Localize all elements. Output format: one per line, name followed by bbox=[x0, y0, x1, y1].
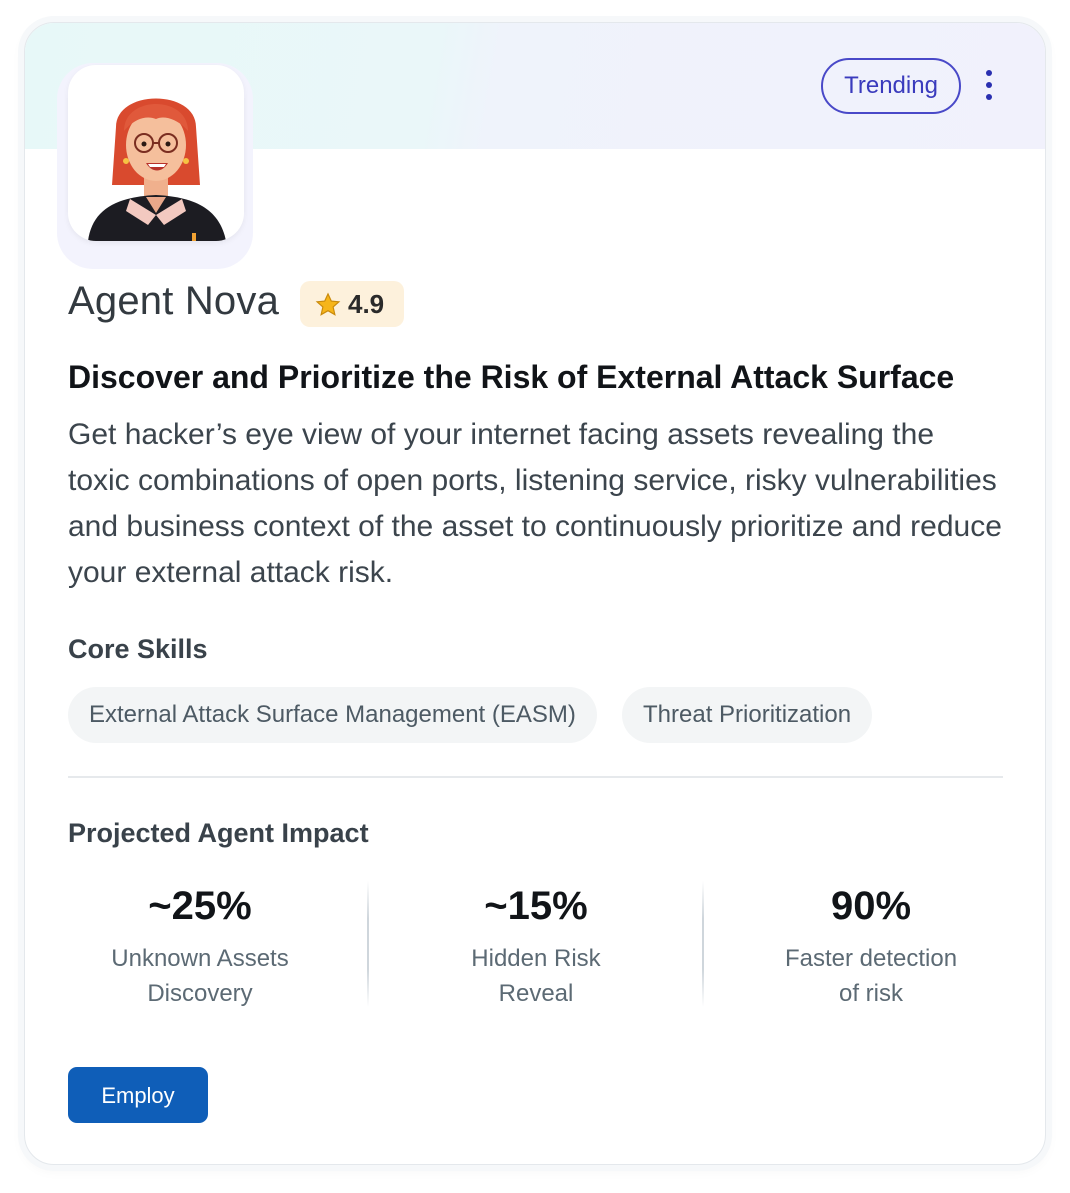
metric-value: ~25% bbox=[148, 884, 252, 928]
avatar-frame bbox=[57, 63, 253, 269]
impact-metric: 90% Faster detection of risk bbox=[721, 881, 1021, 1011]
metric-separator bbox=[702, 881, 704, 1007]
agent-card: Trending Agent Nova 4.9 Discover and Pri… bbox=[24, 22, 1046, 1165]
employ-button[interactable]: Employ bbox=[68, 1067, 208, 1123]
more-vertical-icon[interactable] bbox=[979, 67, 999, 107]
page: Trending Agent Nova 4.9 Discover and Pri… bbox=[0, 0, 1070, 1193]
metric-label-line: Unknown Assets bbox=[111, 945, 289, 972]
avatar-svg bbox=[88, 98, 226, 241]
star-shape bbox=[315, 292, 341, 316]
rating-value: 4.9 bbox=[348, 289, 385, 319]
card-headline: Discover and Prioritize the Risk of Exte… bbox=[68, 359, 955, 395]
pin bbox=[192, 233, 196, 241]
kebab-dot bbox=[986, 94, 992, 100]
metric-label: Hidden Risk Reveal bbox=[386, 941, 686, 1011]
eye-left bbox=[141, 141, 147, 147]
card-description: Get hacker’s eye view of your internet f… bbox=[68, 418, 1002, 589]
metric-label-line: of risk bbox=[838, 980, 903, 1007]
metric-label-line: Faster detection bbox=[784, 945, 958, 972]
metric-value: ~15% bbox=[484, 884, 588, 928]
impact-metric: ~25% Unknown Assets Discovery bbox=[50, 881, 350, 1011]
trending-badge[interactable]: Trending bbox=[821, 58, 961, 114]
kebab-dot bbox=[986, 82, 992, 88]
agent-avatar-illustration bbox=[68, 65, 244, 241]
earring-right bbox=[183, 158, 189, 164]
metric-label-line: Hidden Risk bbox=[471, 945, 601, 972]
impact-title: Projected Agent Impact bbox=[68, 818, 369, 848]
teeth bbox=[148, 164, 166, 167]
eye-right bbox=[165, 141, 171, 147]
metric-label-line: Discovery bbox=[147, 980, 253, 1007]
skill-chip[interactable]: External Attack Surface Management (EASM… bbox=[68, 687, 597, 743]
impact-metric: ~15% Hidden Risk Reveal bbox=[386, 881, 686, 1011]
rating-badge: 4.9 bbox=[300, 281, 404, 327]
agent-name: Agent Nova bbox=[68, 279, 280, 323]
metric-label-line: Reveal bbox=[498, 980, 574, 1007]
metric-label: Unknown Assets Discovery bbox=[50, 941, 350, 1011]
star-icon bbox=[315, 292, 341, 316]
kebab-dot bbox=[986, 70, 992, 76]
section-divider bbox=[68, 776, 1003, 778]
core-skills-title: Core Skills bbox=[68, 634, 208, 664]
metric-separator bbox=[367, 881, 369, 1007]
earring-left bbox=[123, 158, 129, 164]
skill-chip[interactable]: Threat Prioritization bbox=[622, 687, 873, 743]
metric-value: 90% bbox=[830, 884, 912, 928]
metric-label: Faster detection of risk bbox=[721, 941, 1021, 1011]
